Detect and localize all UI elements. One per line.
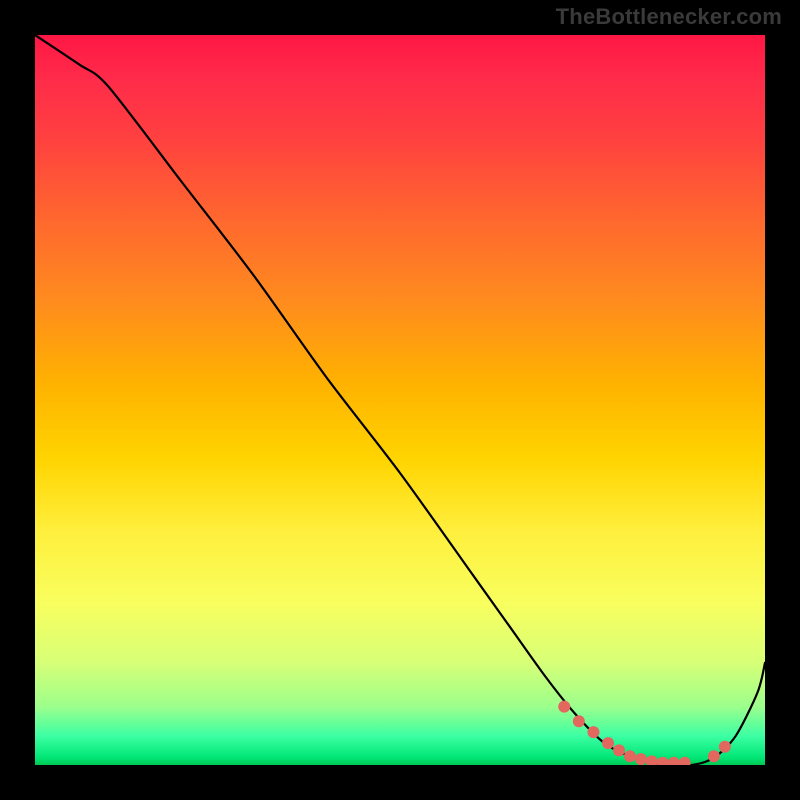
highlight-dot [587, 726, 599, 738]
highlight-dot [719, 741, 731, 753]
highlight-dot [558, 701, 570, 713]
marker-group [558, 701, 731, 765]
highlight-dot [646, 755, 658, 765]
highlight-dot [708, 750, 720, 762]
highlight-dot [602, 737, 614, 749]
plot-area [35, 35, 765, 765]
highlight-dot [679, 757, 691, 765]
highlight-dot [624, 750, 636, 762]
watermark-text: TheBottlenecker.com [556, 4, 782, 30]
highlight-dot [573, 715, 585, 727]
highlight-dot [635, 753, 647, 765]
highlight-dot [657, 757, 669, 765]
chart-frame: TheBottlenecker.com [0, 0, 800, 800]
highlight-dot [613, 744, 625, 756]
highlight-dot [668, 757, 680, 765]
curve-svg [35, 35, 765, 765]
bottleneck-curve [35, 35, 765, 765]
